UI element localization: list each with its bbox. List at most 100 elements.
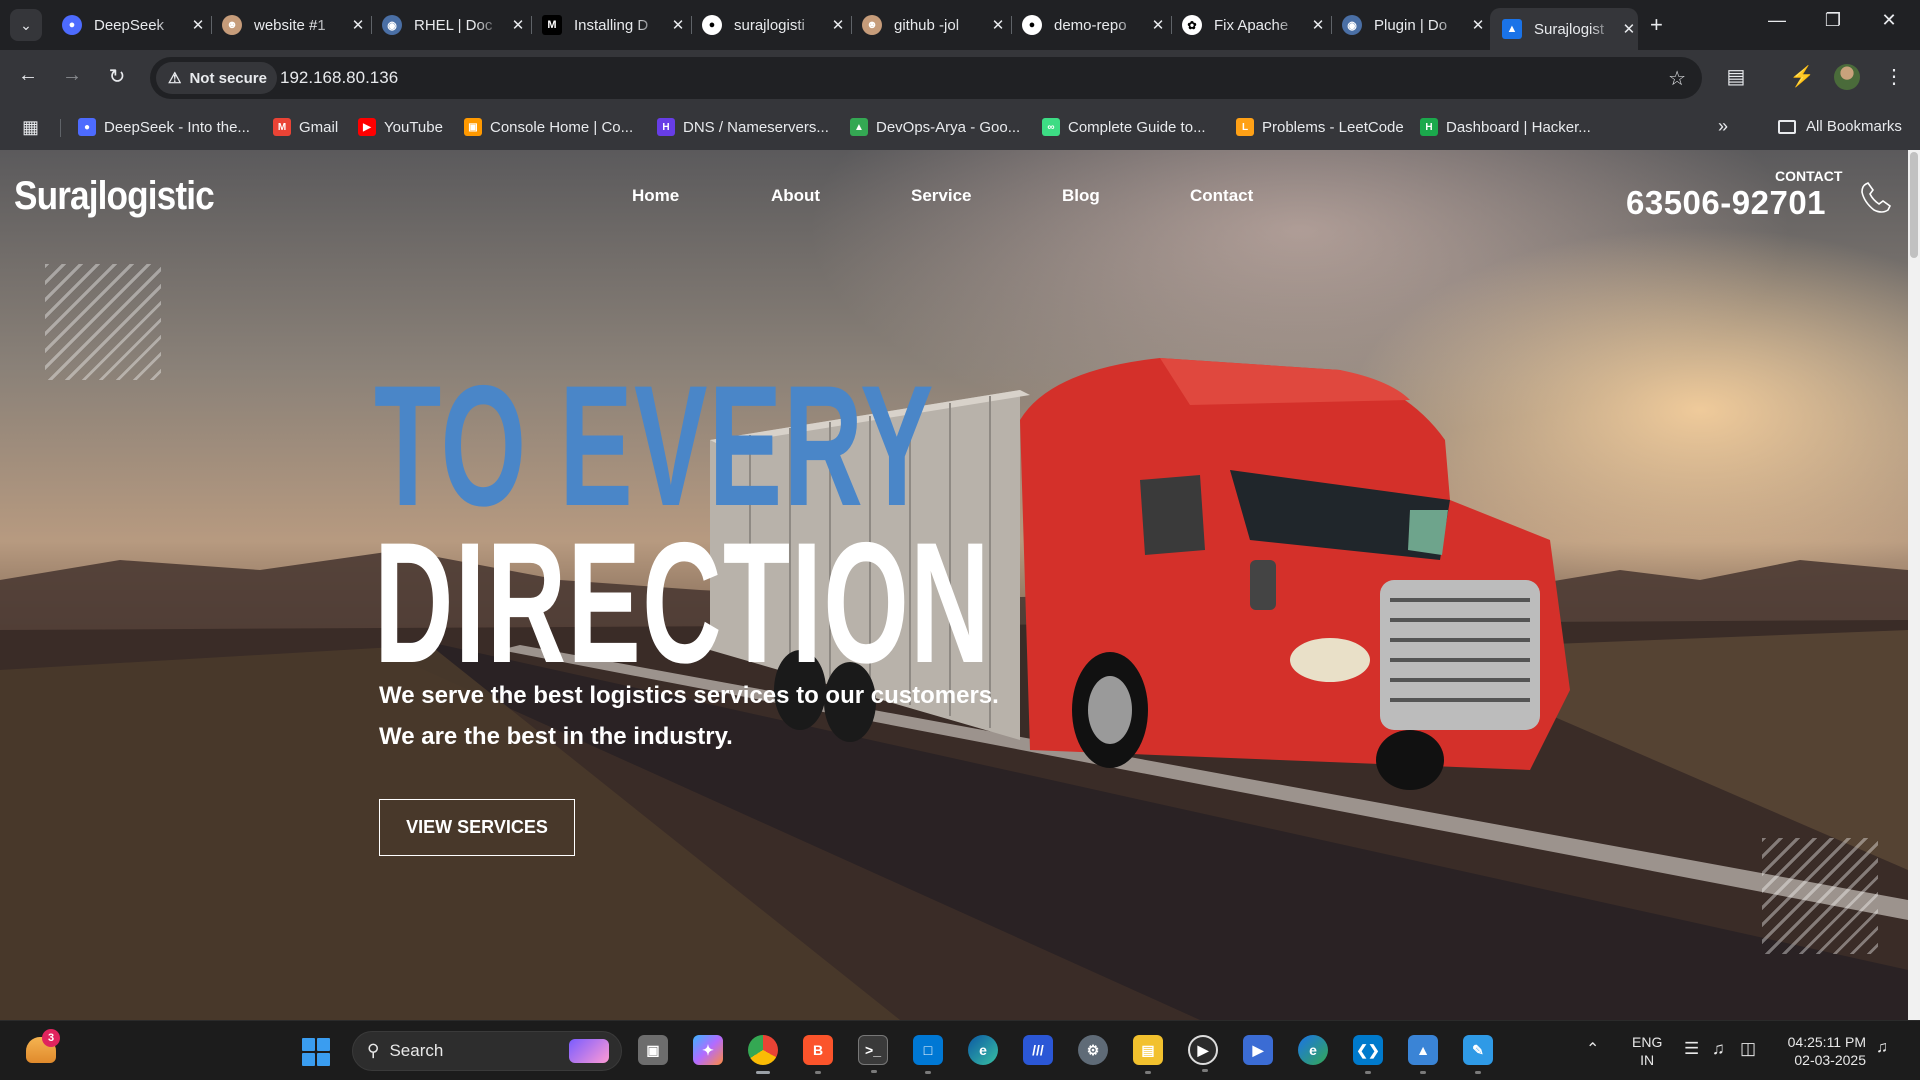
extensions-icon[interactable]: ▤ [1722, 64, 1750, 89]
contact-phone[interactable]: 63506-92701 [1626, 184, 1826, 222]
settings-gear-icon[interactable]: ⚙ [1078, 1035, 1108, 1065]
bookmark-complete-guide[interactable]: ∞ Complete Guide to... [1042, 118, 1206, 136]
bookmark-leetcode[interactable]: L Problems - LeetCode [1236, 118, 1404, 136]
clock[interactable]: 04:25:11 PM 02-03-2025 [1782, 1033, 1866, 1069]
forward-button[interactable]: → [58, 64, 86, 87]
notification-bell-icon[interactable]: ♫ [1876, 1039, 1888, 1057]
tab-search-button[interactable]: ⌄ [10, 9, 42, 41]
avatar-icon: ☻ [222, 15, 242, 35]
all-bookmarks-button[interactable]: All Bookmarks [1778, 118, 1902, 135]
search-placeholder: Search [389, 1041, 444, 1060]
tab-fix-apache[interactable]: ✿ Fix Apache ✕ [1170, 8, 1332, 42]
nav-contact[interactable]: Contact [1190, 186, 1253, 206]
tab-installing[interactable]: M Installing D ✕ [530, 8, 692, 42]
close-icon[interactable]: ✕ [188, 16, 208, 34]
video-editor-icon[interactable]: ▶ [1243, 1035, 1273, 1065]
nav-blog[interactable]: Blog [1062, 186, 1100, 206]
close-icon[interactable]: ✕ [1468, 16, 1488, 34]
nav-service[interactable]: Service [911, 186, 972, 206]
profile-avatar[interactable] [1834, 64, 1860, 90]
performance-icon[interactable]: ⚡ [1788, 64, 1816, 89]
restore-button[interactable]: ❐ [1810, 10, 1856, 31]
hackerrank-icon: H [1420, 118, 1438, 136]
rhel-icon: ◉ [382, 15, 402, 35]
file-explorer-icon[interactable]: ▤ [1133, 1035, 1163, 1074]
bookmark-star-icon[interactable]: ☆ [1668, 66, 1686, 91]
tab-title: website #1 [254, 16, 326, 34]
bookmark-label: YouTube [384, 118, 443, 136]
bookmark-label: DeepSeek - Into the... [104, 118, 250, 136]
edge-dev-icon[interactable]: e [1298, 1035, 1328, 1065]
chrome-icon[interactable] [748, 1035, 778, 1074]
close-window-button[interactable]: ✕ [1866, 10, 1912, 31]
remote-desktop-icon[interactable]: □ [913, 1035, 943, 1074]
minimize-button[interactable]: — [1754, 10, 1800, 31]
volume-icon[interactable]: ♫ [1712, 1039, 1725, 1059]
tab-website[interactable]: ☻ website #1 ✕ [210, 8, 372, 42]
nav-about[interactable]: About [771, 186, 820, 206]
back-button[interactable]: ← [14, 64, 42, 87]
start-button[interactable] [302, 1038, 330, 1066]
wifi-icon[interactable]: ☰ [1684, 1039, 1699, 1059]
bookmark-devops-drive[interactable]: ▲ DevOps-Arya - Goo... [850, 118, 1020, 136]
nav-home[interactable]: Home [632, 186, 679, 206]
address-bar[interactable]: ⚠ Not secure 192.168.80.136 ☆ [150, 57, 1702, 99]
bookmark-label: Console Home | Co... [490, 118, 634, 136]
bookmark-aws-console[interactable]: ▣ Console Home | Co... [464, 118, 633, 136]
tab-title: Fix Apache [1214, 16, 1289, 34]
tab-plugin[interactable]: ◉ Plugin | Do ✕ [1330, 8, 1490, 42]
language-code: ENG [1632, 1034, 1663, 1050]
close-icon[interactable]: ✕ [668, 16, 688, 34]
new-tab-button[interactable]: + [1650, 12, 1663, 38]
bookmark-youtube[interactable]: ▶ YouTube [358, 118, 443, 136]
page-scrollbar[interactable] [1908, 150, 1920, 1020]
vscode-icon[interactable]: ❮❯ [1353, 1035, 1383, 1074]
close-icon[interactable]: ✕ [1308, 16, 1328, 34]
tab-deepseek[interactable]: ● DeepSeek ✕ [50, 8, 212, 42]
more-bookmarks-icon[interactable]: » [1718, 116, 1728, 137]
menu-icon[interactable]: ⋮ [1880, 64, 1908, 89]
photos-icon[interactable]: ▲ [1408, 1035, 1438, 1074]
close-icon[interactable]: ✕ [348, 16, 368, 34]
terminal-icon[interactable]: >_ [858, 1035, 888, 1073]
edge-icon[interactable]: e [968, 1035, 998, 1065]
paint-icon[interactable]: ✎ [1463, 1035, 1493, 1074]
folder-icon [1778, 119, 1796, 134]
close-icon[interactable]: ✕ [508, 16, 528, 34]
bookmark-dns[interactable]: H DNS / Nameservers... [657, 118, 829, 136]
avatar-icon: ☻ [862, 15, 882, 35]
battery-icon[interactable]: ◫ [1740, 1039, 1756, 1059]
copilot-icon[interactable]: ✦ [693, 1035, 723, 1065]
page-viewport: Surajlogistic Home About Service Blog Co… [0, 150, 1908, 1020]
apps-grid-icon[interactable]: ▦ [22, 117, 39, 138]
reload-button[interactable]: ↻ [103, 64, 131, 89]
site-logo[interactable]: Surajlogistic [14, 174, 215, 219]
phone-icon [1861, 181, 1892, 213]
close-icon[interactable]: ✕ [1148, 16, 1168, 34]
weather-badge: 3 [42, 1029, 60, 1047]
security-indicator[interactable]: ⚠ Not secure [156, 62, 277, 94]
bookmark-gmail[interactable]: M Gmail [273, 118, 338, 136]
view-services-button[interactable]: VIEW SERVICES [379, 799, 575, 856]
close-icon[interactable]: ✕ [828, 16, 848, 34]
language-indicator[interactable]: ENG IN [1632, 1033, 1662, 1069]
tab-surajlogistic[interactable]: ▲ Surajlogist ✕ [1490, 8, 1638, 50]
search-highlight-icon [569, 1039, 609, 1063]
warning-icon: ⚠ [168, 70, 182, 87]
bookmark-deepseek[interactable]: ● DeepSeek - Into the... [78, 118, 250, 136]
close-icon[interactable]: ✕ [1620, 20, 1638, 38]
tray-overflow-icon[interactable]: ⌃ [1586, 1039, 1599, 1059]
tab-rhel[interactable]: ◉ RHEL | Doc ✕ [370, 8, 532, 42]
tab-github-jol[interactable]: ☻ github -jol ✕ [850, 8, 1012, 42]
tab-demo-repo[interactable]: ● demo-repo ✕ [1010, 8, 1172, 42]
task-view-icon[interactable]: ▣ [638, 1035, 668, 1065]
bookmark-hackerrank[interactable]: H Dashboard | Hacker... [1420, 118, 1591, 136]
vmware-icon[interactable]: /// [1023, 1035, 1053, 1065]
url-text[interactable]: 192.168.80.136 [280, 68, 398, 88]
brave-icon[interactable]: B [803, 1035, 833, 1074]
taskbar-search[interactable]: ⚲ Search [352, 1031, 622, 1071]
tab-surajlogistic-github[interactable]: ● surajlogisti ✕ [690, 8, 852, 42]
media-player-icon[interactable]: ▶ [1188, 1035, 1218, 1072]
scrollbar-thumb[interactable] [1910, 152, 1918, 258]
close-icon[interactable]: ✕ [988, 16, 1008, 34]
